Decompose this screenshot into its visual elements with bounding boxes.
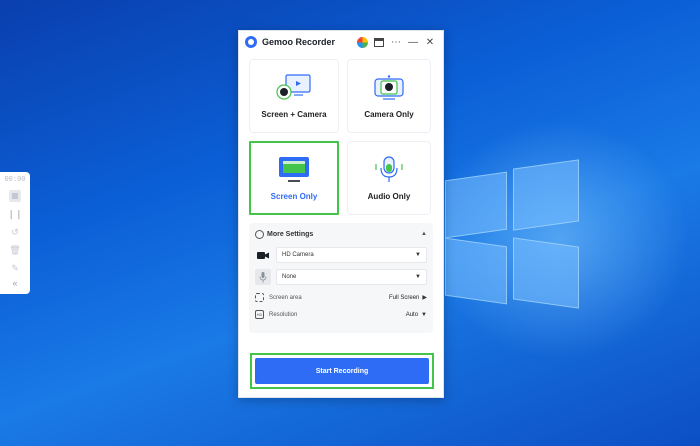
restart-icon[interactable]: ↺ bbox=[9, 226, 21, 238]
gear-icon bbox=[255, 229, 264, 239]
start-recording-button[interactable]: Start Recording bbox=[255, 358, 429, 384]
gemoo-logo-icon bbox=[245, 36, 257, 48]
window-icon[interactable] bbox=[372, 35, 386, 49]
camera-only-icon bbox=[374, 74, 404, 100]
chevron-down-icon: ▼ bbox=[415, 274, 421, 280]
title-bar: Gemoo Recorder ⋯ — ✕ bbox=[239, 31, 443, 53]
more-icon[interactable]: ⋯ bbox=[389, 35, 403, 49]
camera-icon bbox=[255, 247, 271, 263]
mode-label: Screen Only bbox=[270, 191, 318, 201]
microphone-icon bbox=[375, 155, 403, 182]
delete-icon[interactable]: 🗑 bbox=[9, 244, 21, 256]
hd-icon: HD bbox=[255, 310, 264, 319]
gemoo-recorder-window: Gemoo Recorder ⋯ — ✕ Screen + Camera Cam… bbox=[238, 30, 444, 398]
chevron-down-icon: ▼ bbox=[421, 311, 427, 318]
mode-camera-only[interactable]: Camera Only bbox=[347, 59, 431, 133]
camera-select-value: HD Camera bbox=[282, 252, 314, 258]
more-settings-panel: More Settings ▲ HD Camera ▼ None ▼ Scree… bbox=[249, 223, 433, 333]
mode-label: Screen + Camera bbox=[261, 109, 327, 119]
camera-select[interactable]: HD Camera ▼ bbox=[276, 247, 427, 263]
chevron-right-icon: ▶ bbox=[422, 295, 427, 301]
screen-area-icon bbox=[255, 293, 264, 302]
pen-icon[interactable]: ✎ bbox=[9, 262, 21, 274]
windows-logo bbox=[445, 158, 595, 318]
recording-mode-grid: Screen + Camera Camera Only Screen Only … bbox=[249, 59, 433, 215]
screen-area-label: Screen area bbox=[269, 294, 302, 301]
chevron-down-icon: ▼ bbox=[415, 252, 421, 258]
browser-icon[interactable] bbox=[355, 35, 369, 49]
microphone-row: None ▼ bbox=[255, 269, 427, 285]
chevron-up-icon[interactable]: ▲ bbox=[421, 231, 427, 237]
screen-area-row[interactable]: Screen area Full Screen ▶ bbox=[255, 293, 427, 302]
mode-label: Audio Only bbox=[367, 191, 411, 201]
more-settings-title: More Settings bbox=[267, 230, 314, 238]
minimize-icon[interactable]: — bbox=[406, 35, 420, 49]
mode-label: Camera Only bbox=[364, 109, 414, 119]
camera-row: HD Camera ▼ bbox=[255, 247, 427, 263]
resolution-value: Auto bbox=[405, 311, 419, 318]
screen-only-icon bbox=[279, 156, 309, 182]
microphone-select-value: None bbox=[282, 274, 297, 280]
resolution-row[interactable]: HD Resolution Auto ▼ bbox=[255, 310, 427, 319]
screen-camera-icon bbox=[276, 73, 311, 100]
microphone-select[interactable]: None ▼ bbox=[276, 269, 427, 285]
mode-screen-only[interactable]: Screen Only bbox=[249, 141, 339, 215]
resolution-label: Resolution bbox=[269, 311, 298, 318]
close-icon[interactable]: ✕ bbox=[423, 35, 437, 49]
pause-icon[interactable]: ❙❙ bbox=[7, 208, 22, 220]
screen-area-value: Full Screen bbox=[389, 294, 420, 301]
more-settings-header[interactable]: More Settings ▲ bbox=[255, 227, 427, 241]
app-title: Gemoo Recorder bbox=[262, 37, 336, 47]
recording-timer: 00:00 bbox=[4, 176, 26, 184]
collapse-toolbar-button[interactable]: « bbox=[12, 278, 17, 288]
mode-screen-camera[interactable]: Screen + Camera bbox=[249, 59, 339, 133]
start-recording-highlight: Start Recording bbox=[250, 353, 434, 389]
microphone-small-icon bbox=[255, 269, 271, 285]
stop-icon[interactable] bbox=[9, 190, 21, 202]
mode-audio-only[interactable]: Audio Only bbox=[347, 141, 431, 215]
recording-toolbar: 00:00 ❙❙ ↺ 🗑 ✎ « bbox=[0, 172, 30, 294]
